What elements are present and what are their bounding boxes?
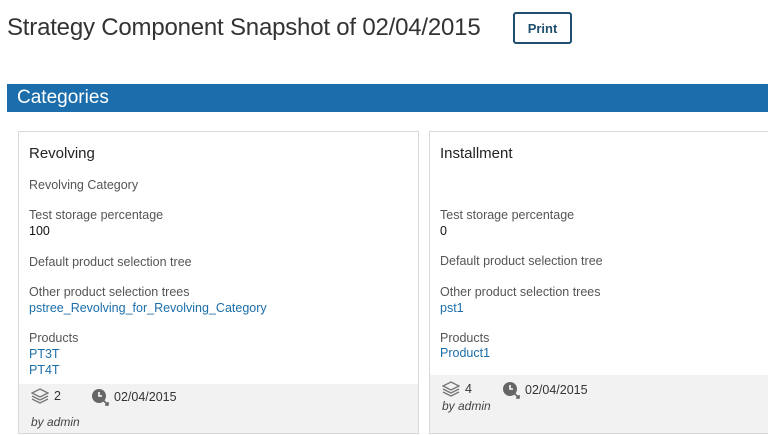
default-tree-label: Default product selection tree bbox=[440, 254, 603, 268]
product-link[interactable]: PT4T bbox=[29, 363, 60, 377]
version-count: 2 bbox=[31, 388, 61, 404]
snapshot-date-value: 02/04/2015 bbox=[525, 383, 588, 397]
layers-icon bbox=[442, 381, 460, 397]
default-tree-label: Default product selection tree bbox=[29, 255, 192, 269]
layers-icon bbox=[31, 388, 49, 404]
author: by admin bbox=[442, 399, 491, 413]
test-storage-value: 100 bbox=[29, 224, 50, 238]
other-tree-link[interactable]: pst1 bbox=[440, 301, 464, 315]
product-link[interactable]: PT3T bbox=[29, 347, 60, 361]
category-card-revolving: Revolving Revolving Category Test storag… bbox=[18, 131, 419, 434]
snapshot-date: 02/04/2015 bbox=[91, 388, 177, 406]
author: by admin bbox=[31, 415, 80, 429]
version-count-value: 4 bbox=[465, 382, 472, 396]
card-footer: 4 02/04/2015 by admin bbox=[430, 375, 768, 433]
snapshot-date: 02/04/2015 bbox=[502, 381, 588, 399]
card-title: Revolving bbox=[29, 145, 95, 162]
page-title: Strategy Component Snapshot of 02/04/201… bbox=[7, 14, 481, 41]
other-trees-label: Other product selection trees bbox=[440, 285, 601, 299]
other-tree-link[interactable]: pstree_Revolving_for_Revolving_Category bbox=[29, 301, 267, 315]
snapshot-date-value: 02/04/2015 bbox=[114, 390, 177, 404]
print-button[interactable]: Print bbox=[513, 12, 572, 44]
card-footer: 2 02/04/2015 by admin bbox=[19, 384, 418, 433]
other-trees-label: Other product selection trees bbox=[29, 285, 190, 299]
products-label: Products bbox=[440, 331, 490, 345]
products-label: Products bbox=[29, 331, 79, 345]
test-storage-value: 0 bbox=[440, 224, 447, 238]
categories-section-header: Categories bbox=[7, 84, 768, 112]
clock-history-icon bbox=[503, 382, 520, 399]
version-count: 4 bbox=[442, 381, 472, 397]
card-description: Revolving Category bbox=[29, 178, 139, 192]
version-count-value: 2 bbox=[54, 389, 61, 403]
card-title: Installment bbox=[440, 145, 513, 162]
clock-history-icon bbox=[92, 389, 109, 406]
test-storage-label: Test storage percentage bbox=[29, 208, 164, 222]
test-storage-label: Test storage percentage bbox=[440, 208, 575, 222]
category-card-installment: Installment Test storage percentage 0 De… bbox=[429, 131, 768, 434]
product-link[interactable]: Product1 bbox=[440, 346, 490, 360]
